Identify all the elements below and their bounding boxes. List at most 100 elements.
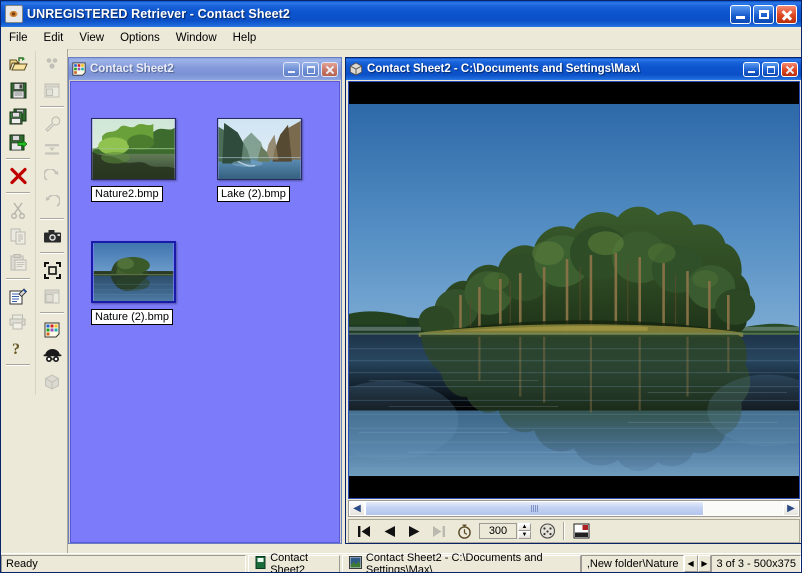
image-viewer-window: Contact Sheet2 - C:\Documents and Settin… bbox=[345, 57, 801, 544]
menu-item-file[interactable]: File bbox=[1, 30, 36, 46]
scroll-left-arrow-icon[interactable]: ◀ bbox=[349, 501, 365, 516]
toolbar-column-primary: ? bbox=[2, 51, 34, 369]
image-viewer-title: Contact Sheet2 - C:\Documents and Settin… bbox=[367, 63, 640, 75]
redo-icon[interactable] bbox=[37, 163, 67, 189]
spinner-down-button[interactable]: ▼ bbox=[518, 531, 531, 539]
cube-icon[interactable] bbox=[37, 369, 67, 395]
menu-bar: File Edit View Options Window Help bbox=[1, 27, 801, 50]
properties-icon[interactable] bbox=[3, 283, 33, 309]
contact-sheet-minimize-button[interactable] bbox=[283, 61, 300, 77]
maximize-button[interactable] bbox=[753, 4, 774, 24]
cube-icon bbox=[349, 62, 363, 76]
image-nav-toolbar: 300 ▲ ▼ bbox=[348, 519, 800, 543]
image-viewer-close-button[interactable] bbox=[781, 61, 798, 77]
open-folder-icon[interactable] bbox=[3, 51, 33, 77]
scrollbar-grip-icon bbox=[530, 505, 538, 512]
image-mini-icon bbox=[348, 555, 362, 572]
window-title: UNREGISTERED Retriever - Contact Sheet2 bbox=[27, 7, 290, 21]
thumbnail-item[interactable]: Nature (2).bmp bbox=[91, 241, 176, 325]
menu-item-edit[interactable]: Edit bbox=[36, 30, 72, 46]
menu-item-options[interactable]: Options bbox=[112, 30, 168, 46]
menu-item-window[interactable]: Window bbox=[168, 30, 225, 46]
toolbar-separator bbox=[40, 106, 64, 108]
scrollbar-track[interactable] bbox=[365, 501, 783, 516]
toolbar-separator bbox=[40, 312, 64, 314]
application-window: UNREGISTERED Retriever - Contact Sheet2 … bbox=[0, 0, 802, 573]
save-icon[interactable] bbox=[3, 77, 33, 103]
detective-icon[interactable] bbox=[37, 343, 67, 369]
thumbnail-image bbox=[91, 241, 176, 303]
camera-lens-icon bbox=[5, 5, 23, 23]
status-bar: Ready Contact Sheet2 Contact Sheet2 - C:… bbox=[1, 551, 801, 573]
last-image-button[interactable] bbox=[427, 521, 451, 541]
contact-sheet-icon bbox=[72, 62, 86, 76]
color-palette-icon[interactable] bbox=[37, 51, 67, 77]
help-icon[interactable]: ? bbox=[3, 335, 33, 361]
status-ready-text: Ready bbox=[1, 554, 247, 572]
status-next-button[interactable]: ▶ bbox=[697, 555, 712, 572]
status-prev-button[interactable]: ◀ bbox=[683, 555, 698, 572]
toolbar-separator bbox=[40, 252, 64, 254]
paste-icon[interactable] bbox=[3, 249, 33, 275]
fullscreen-icon[interactable] bbox=[37, 257, 67, 283]
toolbar-separator bbox=[6, 364, 30, 366]
thumbnail-view-icon[interactable] bbox=[569, 521, 593, 541]
window-tile-icon[interactable] bbox=[37, 77, 67, 103]
status-image-info: 3 of 3 - 500x375 bbox=[711, 554, 801, 572]
copy-icon[interactable] bbox=[3, 223, 33, 249]
contact-sheet-icon[interactable] bbox=[37, 317, 67, 343]
contact-sheet-maximize-button[interactable] bbox=[302, 61, 319, 77]
thumbnail-image bbox=[91, 118, 176, 180]
toolbar-separator bbox=[6, 278, 30, 280]
contact-sheet-window: Contact Sheet2 Nature2.bmp Lake (2).bmp … bbox=[68, 57, 342, 544]
wrench-icon[interactable] bbox=[37, 111, 67, 137]
first-image-button[interactable] bbox=[352, 521, 376, 541]
image-canvas[interactable] bbox=[348, 81, 800, 499]
image-viewer-titlebar[interactable]: Contact Sheet2 - C:\Documents and Settin… bbox=[346, 58, 801, 80]
image-viewer-minimize-button[interactable] bbox=[743, 61, 760, 77]
toolbar-column-secondary bbox=[35, 51, 68, 395]
slideshow-interval-spinner[interactable]: ▲ ▼ bbox=[518, 523, 531, 539]
cut-icon[interactable] bbox=[3, 197, 33, 223]
slideshow-timer-icon[interactable] bbox=[452, 521, 476, 541]
toolbar-separator bbox=[6, 158, 30, 160]
camera-icon[interactable] bbox=[37, 223, 67, 249]
delete-icon[interactable] bbox=[3, 163, 33, 189]
save-all-icon[interactable] bbox=[3, 103, 33, 129]
random-dice-icon[interactable] bbox=[535, 521, 559, 541]
sort-icon[interactable] bbox=[37, 137, 67, 163]
left-toolbar-area: ? bbox=[1, 49, 68, 553]
taskbar-button-image-viewer[interactable]: Contact Sheet2 - C:\Documents and Settin… bbox=[341, 552, 582, 572]
toolbar-separator bbox=[40, 218, 64, 220]
menu-item-view[interactable]: View bbox=[71, 30, 112, 46]
taskbar-label: Contact Sheet2 bbox=[270, 551, 309, 573]
toolbar-separator bbox=[6, 192, 30, 194]
main-titlebar: UNREGISTERED Retriever - Contact Sheet2 bbox=[1, 1, 801, 27]
image-horizontal-scrollbar[interactable]: ◀ ▶ bbox=[348, 500, 800, 517]
scrollbar-thumb[interactable] bbox=[365, 501, 704, 516]
next-image-button[interactable] bbox=[402, 521, 426, 541]
contact-sheet-titlebar[interactable]: Contact Sheet2 bbox=[69, 58, 341, 80]
thumbnail-image bbox=[217, 118, 302, 180]
cascade-windows-icon[interactable] bbox=[37, 283, 67, 309]
thumbnail-item[interactable]: Lake (2).bmp bbox=[217, 118, 302, 202]
previous-image-button[interactable] bbox=[377, 521, 401, 541]
minimize-button[interactable] bbox=[730, 4, 751, 24]
window-controls bbox=[730, 4, 801, 24]
spinner-up-button[interactable]: ▲ bbox=[518, 523, 531, 531]
thumbnail-item[interactable]: Nature2.bmp bbox=[91, 118, 176, 202]
print-icon[interactable] bbox=[3, 309, 33, 335]
taskbar-button-contact-sheet[interactable]: Contact Sheet2 bbox=[248, 551, 340, 573]
contact-sheet-canvas[interactable]: Nature2.bmp Lake (2).bmp Nature (2).bmp bbox=[70, 81, 340, 543]
status-path-text: ,New folder\Nature bbox=[581, 554, 684, 572]
thumbnail-caption: Nature (2).bmp bbox=[91, 309, 173, 325]
undo-icon[interactable] bbox=[37, 189, 67, 215]
contact-sheet-close-button[interactable] bbox=[321, 61, 338, 77]
close-button[interactable] bbox=[776, 4, 797, 24]
contact-sheet-mini-icon bbox=[255, 555, 266, 572]
slideshow-interval-input[interactable]: 300 bbox=[479, 523, 517, 539]
image-viewer-maximize-button[interactable] bbox=[762, 61, 779, 77]
scroll-right-arrow-icon[interactable]: ▶ bbox=[783, 501, 799, 516]
save-export-icon[interactable] bbox=[3, 129, 33, 155]
menu-item-help[interactable]: Help bbox=[225, 30, 265, 46]
